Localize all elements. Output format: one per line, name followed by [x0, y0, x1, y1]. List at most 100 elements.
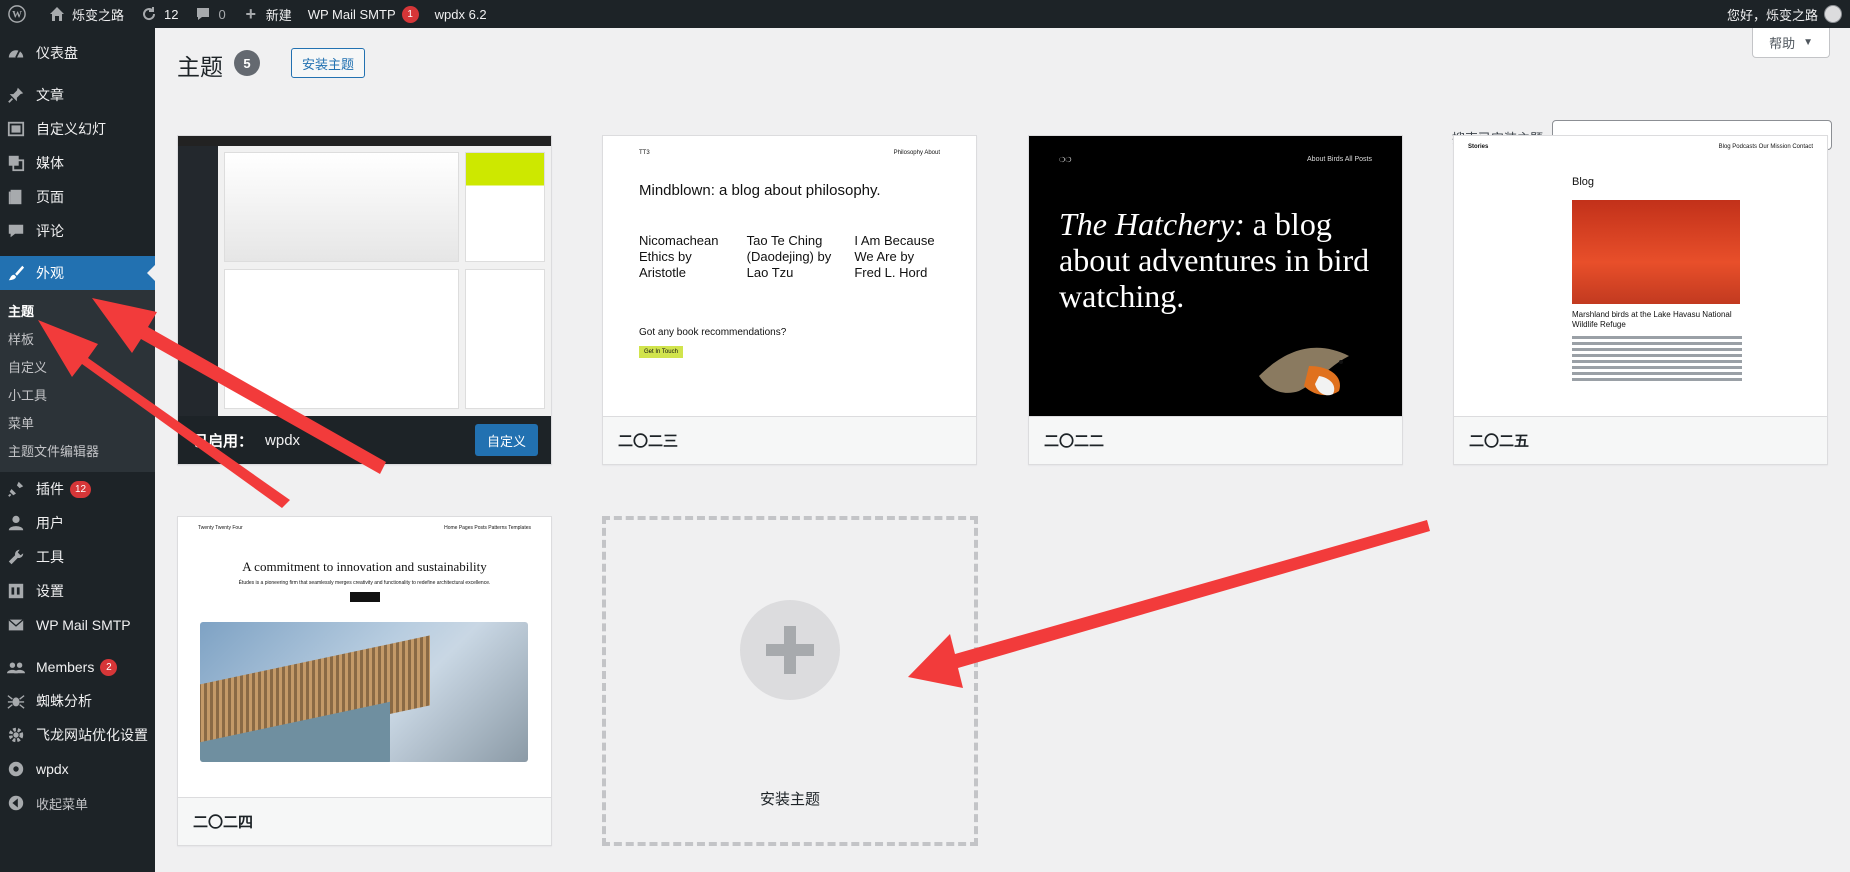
help-label: 帮助: [1769, 36, 1796, 51]
subline: Études is a pioneering firm that seamles…: [238, 580, 491, 586]
menu-posts[interactable]: 文章: [0, 78, 155, 112]
members-badge: 2: [100, 658, 118, 676]
updates-count: 12: [164, 6, 179, 22]
theme-card-twentytwentyfour[interactable]: Twenty Twenty Four Home Pages Posts Patte…: [177, 516, 552, 846]
post-title: I Am Because We Are by Fred L. Hord: [854, 233, 935, 280]
menu-label: 外观: [36, 265, 64, 281]
smtp-link[interactable]: WP Mail SMTP 1: [300, 0, 427, 28]
media-icon: [6, 153, 26, 173]
menu-comments[interactable]: 评论: [0, 214, 155, 248]
brand: Stories: [1468, 144, 1489, 150]
comments-link[interactable]: 0: [186, 0, 233, 28]
menu-label: 文章: [36, 87, 64, 103]
submenu-menus[interactable]: 菜单: [0, 408, 155, 436]
theme-card-active[interactable]: 已启用： wpdx 自定义: [177, 135, 552, 465]
menu-dashboard[interactable]: 仪表盘: [0, 36, 155, 70]
dashboard-icon: [6, 43, 26, 63]
add-new-label: 安装主题: [759, 791, 820, 808]
menu-media[interactable]: 媒体: [0, 146, 155, 180]
add-theme-button[interactable]: 安装主题: [291, 48, 366, 78]
add-new-theme-card[interactable]: 安装主题: [602, 516, 978, 846]
spider-icon: [6, 691, 26, 711]
menu-feilong[interactable]: 飞龙网站优化设置: [0, 718, 155, 752]
menu-tools[interactable]: 工具: [0, 540, 155, 574]
wordpress-logo[interactable]: W: [0, 0, 40, 28]
plus-icon: [740, 600, 840, 700]
menu-wpdx[interactable]: wpdx: [0, 752, 155, 786]
greeting: 您好，烁变之路: [1726, 7, 1818, 23]
caption: Marshland birds at the Lake Havasu Natio…: [1572, 310, 1732, 329]
new-content-link[interactable]: + 新建: [234, 0, 300, 28]
theme-screenshot: ❍❍ About Birds All Posts The Hatchery: a …: [1029, 136, 1402, 416]
theme-card-twentytwentyfive[interactable]: Stories Blog Podcasts Our Mission Contact…: [1453, 135, 1828, 465]
cta: [349, 592, 380, 602]
menu-pages[interactable]: 页面: [0, 180, 155, 214]
submenu-theme-editor[interactable]: 主题文件编辑器: [0, 436, 155, 464]
question: Got any book recommendations?: [639, 327, 787, 338]
nav: Home Pages Posts Patterns Templates: [444, 525, 531, 531]
avatar: [1824, 5, 1842, 23]
submenu-patterns[interactable]: 样板: [0, 324, 155, 352]
theme-count-badge: 5: [234, 50, 260, 76]
menu-slides[interactable]: 自定义幻灯: [0, 112, 155, 146]
gear-icon: [6, 725, 26, 745]
menu-settings[interactable]: 设置: [0, 574, 155, 608]
active-theme-name: wpdx: [265, 431, 301, 449]
collapse-menu[interactable]: 收起菜单: [0, 786, 155, 820]
help-tab[interactable]: 帮助 ▼: [1752, 28, 1830, 58]
menu-label: 收起菜单: [36, 796, 89, 812]
active-prefix: 已启用：: [193, 432, 254, 450]
menu-spider[interactable]: 蜘蛛分析: [0, 684, 155, 718]
hero-photo: [200, 622, 528, 762]
site-name-link[interactable]: 烁变之路: [40, 0, 132, 28]
theme-screenshot: Stories Blog Podcasts Our Mission Contact…: [1454, 136, 1827, 416]
updates-link[interactable]: 12: [132, 0, 186, 28]
refresh-icon: [140, 5, 158, 23]
wpdx-link[interactable]: wpdx 6.2: [427, 0, 495, 28]
plug-icon: [6, 479, 26, 499]
settings-icon: [6, 581, 26, 601]
menu-users[interactable]: 用户: [0, 506, 155, 540]
paintbrush-icon: [6, 263, 26, 283]
blog-heading: Blog: [1572, 176, 1595, 188]
pin-icon: [6, 85, 26, 105]
post-title: Nicomachean Ethics by Aristotle: [639, 233, 719, 280]
brand: TT3: [639, 150, 650, 156]
menu-label: 飞龙网站优化设置: [36, 727, 148, 743]
theme-card-twentytwentytwo[interactable]: ❍❍ About Birds All Posts The Hatchery: a …: [1028, 135, 1403, 465]
theme-name: 二〇二三: [603, 416, 976, 464]
menu-label: wpdx: [36, 761, 69, 777]
menu-members[interactable]: Members 2: [0, 650, 155, 684]
menu-appearance[interactable]: 外观: [0, 256, 155, 290]
headline: Mindblown: a blog about philosophy.: [639, 182, 881, 199]
plugins-badge: 12: [70, 480, 92, 498]
submenu-widgets[interactable]: 小工具: [0, 380, 155, 408]
cta: Get In Touch: [639, 346, 683, 358]
wrench-icon: [6, 547, 26, 567]
wordpress-icon: W: [8, 5, 26, 23]
theme-screenshot: Twenty Twenty Four Home Pages Posts Patte…: [178, 517, 551, 797]
page-title: 主题: [177, 54, 223, 80]
palette-icon: [6, 759, 26, 779]
user-icon: [6, 513, 26, 533]
submenu-themes[interactable]: 主题: [0, 296, 155, 324]
menu-smtp[interactable]: WP Mail SMTP: [0, 608, 155, 642]
menu-label: 评论: [36, 223, 64, 239]
submenu-customize[interactable]: 自定义: [0, 352, 155, 380]
menu-plugins[interactable]: 插件 12: [0, 472, 155, 506]
collapse-icon: [6, 793, 26, 813]
menu-label: 仪表盘: [36, 45, 78, 61]
wpdx-label: wpdx 6.2: [434, 6, 487, 22]
members-icon: [6, 657, 26, 677]
body-text: [1572, 336, 1742, 381]
site-name: 烁变之路: [72, 7, 125, 23]
post-title: Tao Te Ching (Daodejing) by Lao Tzu: [746, 233, 832, 280]
theme-screenshot: TT3 Philosophy About Mindblown: a blog ab…: [603, 136, 976, 416]
theme-name: 二〇二五: [1454, 416, 1827, 464]
account-link[interactable]: 您好，烁变之路: [1719, 0, 1850, 28]
theme-card-twentytwentythree[interactable]: TT3 Philosophy About Mindblown: a blog ab…: [602, 135, 977, 465]
nav: About Birds All Posts: [1307, 156, 1372, 163]
customize-button[interactable]: 自定义: [474, 424, 538, 456]
brand: Twenty Twenty Four: [198, 525, 243, 531]
menu-label: 用户: [36, 515, 64, 531]
